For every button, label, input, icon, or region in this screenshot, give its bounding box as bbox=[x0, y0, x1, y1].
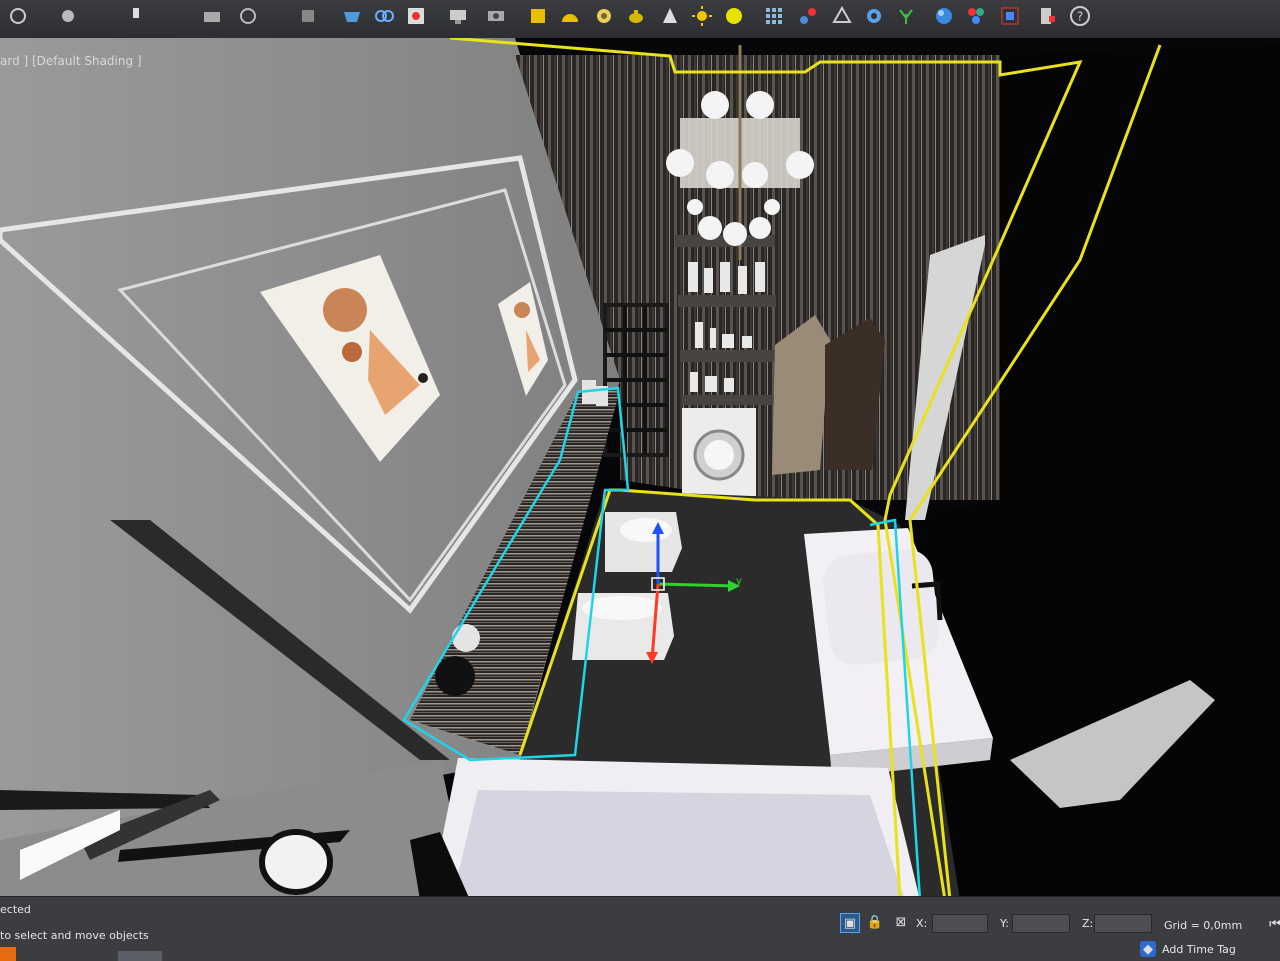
prompt-text: to select and move objects bbox=[0, 929, 149, 942]
time-tag-icon[interactable]: ◆ bbox=[1140, 941, 1156, 957]
z-coordinate-field[interactable] bbox=[1094, 914, 1152, 933]
render-icon[interactable] bbox=[998, 4, 1022, 28]
sphere-icon[interactable] bbox=[932, 4, 956, 28]
particles-icon[interactable] bbox=[964, 4, 988, 28]
perspective-viewport[interactable]: ard ] [Default Shading ] y z bbox=[0, 38, 1280, 896]
bathtub bbox=[430, 758, 920, 896]
box-icon[interactable] bbox=[526, 4, 550, 28]
main-toolbar: ? bbox=[0, 0, 1280, 39]
absolute-mode-icon[interactable]: ⊠ bbox=[892, 913, 910, 931]
go-to-start-icon[interactable]: ⏮ bbox=[1266, 915, 1280, 933]
material-icon[interactable] bbox=[404, 4, 428, 28]
x-label: X: bbox=[916, 917, 928, 930]
washing-machine bbox=[682, 408, 756, 496]
script-listener-icon[interactable] bbox=[0, 947, 16, 961]
gear-icon[interactable] bbox=[862, 4, 886, 28]
camera-icon[interactable] bbox=[200, 4, 224, 28]
z-label: Z: bbox=[1082, 917, 1094, 930]
shape-icon[interactable] bbox=[236, 4, 260, 28]
render-setup-icon[interactable] bbox=[446, 4, 470, 28]
box-icon[interactable] bbox=[340, 4, 364, 28]
plant-icon[interactable] bbox=[894, 4, 918, 28]
bathrobes bbox=[772, 315, 885, 475]
hemisphere-icon[interactable] bbox=[558, 4, 582, 28]
status-bar: ected to select and move objects ▣ 🔒 ⊠ X… bbox=[0, 896, 1280, 961]
scene-explorer-icon[interactable] bbox=[1036, 4, 1060, 28]
create-shape-icon[interactable] bbox=[6, 4, 30, 28]
gizmo-y-label: y bbox=[736, 576, 742, 587]
svg-text:?: ? bbox=[1077, 10, 1083, 24]
render-frame-icon[interactable] bbox=[484, 4, 508, 28]
add-time-tag-button[interactable]: Add Time Tag bbox=[1162, 943, 1236, 956]
help-icon[interactable]: ? bbox=[1068, 4, 1092, 28]
selection-status: ected bbox=[0, 903, 31, 916]
shape-icon[interactable] bbox=[56, 4, 80, 28]
hierarchy-icon[interactable] bbox=[796, 4, 820, 28]
x-coordinate-field[interactable] bbox=[932, 914, 988, 933]
viewport-label[interactable]: ard ] [Default Shading ] bbox=[0, 54, 142, 68]
lock-icon[interactable]: 🔒 bbox=[866, 913, 884, 931]
link-icon[interactable] bbox=[372, 4, 396, 28]
y-label: Y: bbox=[1000, 917, 1009, 930]
tool-icon[interactable] bbox=[296, 4, 320, 28]
y-coordinate-field[interactable] bbox=[1012, 914, 1070, 933]
bidet bbox=[605, 512, 682, 572]
selection-lock-icon[interactable]: ▣ bbox=[840, 913, 860, 933]
teapot-icon[interactable] bbox=[624, 4, 648, 28]
bone-icon[interactable] bbox=[830, 4, 854, 28]
cone-icon[interactable] bbox=[658, 4, 682, 28]
grid-size: Grid = 0,0mm bbox=[1164, 919, 1243, 932]
sun-icon[interactable] bbox=[690, 4, 714, 28]
light-icon[interactable] bbox=[124, 4, 148, 28]
torus-icon[interactable] bbox=[592, 4, 616, 28]
gizmo-z-label: z bbox=[662, 520, 667, 531]
viewport-scene: y z bbox=[0, 38, 1280, 896]
grid-icon[interactable] bbox=[762, 4, 786, 28]
sphere-icon[interactable] bbox=[722, 4, 746, 28]
